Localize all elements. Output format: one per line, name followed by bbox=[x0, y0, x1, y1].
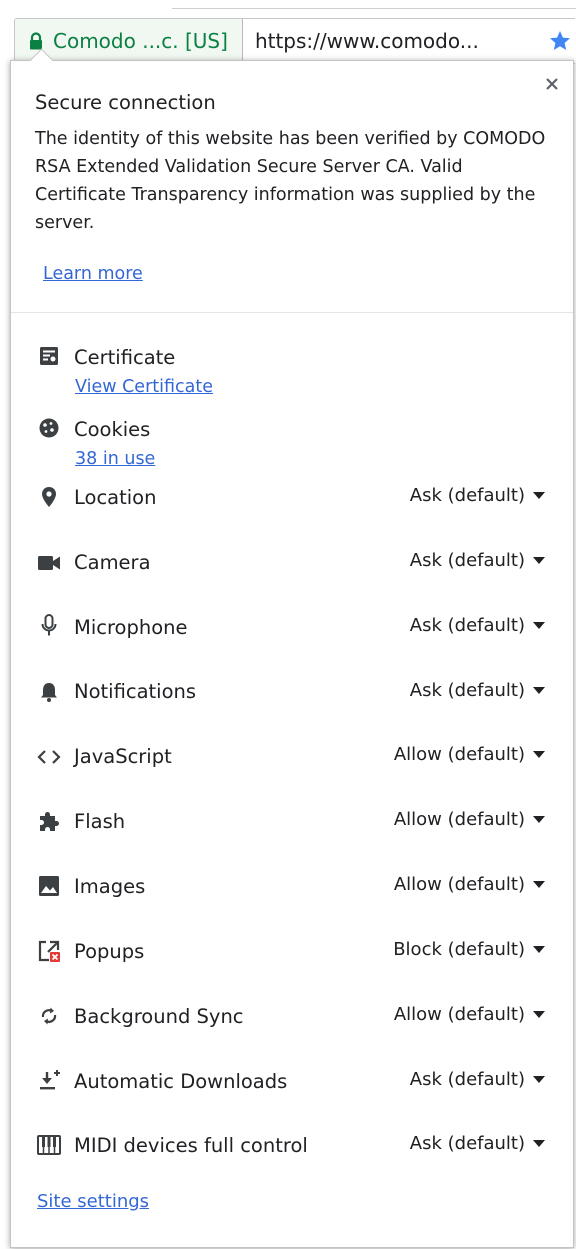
certificate-icon bbox=[37, 344, 61, 368]
url-text[interactable]: https://www.comodo... bbox=[243, 29, 545, 53]
cookie-icon bbox=[37, 416, 61, 440]
permission-select-location[interactable]: Ask (default) bbox=[410, 485, 545, 506]
permission-label-automatic-downloads: Automatic Downloads bbox=[74, 1070, 288, 1093]
permission-label-notifications: Notifications bbox=[74, 680, 197, 703]
permission-label-location: Location bbox=[74, 486, 157, 509]
permission-select-images[interactable]: Allow (default) bbox=[394, 874, 545, 895]
permission-select-microphone[interactable]: Ask (default) bbox=[410, 615, 545, 636]
cookies-label: Cookies bbox=[74, 418, 151, 441]
dropdown-caret-icon bbox=[533, 816, 545, 823]
certificate-label: Certificate bbox=[74, 346, 176, 369]
site-settings-link[interactable]: Site settings bbox=[37, 1191, 149, 1212]
divider bbox=[11, 312, 573, 313]
permission-select-flash[interactable]: Allow (default) bbox=[394, 809, 545, 830]
image-icon bbox=[37, 874, 61, 898]
dropdown-caret-icon bbox=[533, 557, 545, 564]
permission-label-background-sync: Background Sync bbox=[74, 1005, 244, 1028]
connection-title: Secure connection bbox=[35, 91, 216, 114]
permission-select-midi[interactable]: Ask (default) bbox=[410, 1133, 545, 1154]
permission-select-popups[interactable]: Block (default) bbox=[393, 939, 545, 960]
permission-value: Ask (default) bbox=[409, 1069, 525, 1090]
permission-select-camera[interactable]: Ask (default) bbox=[410, 550, 545, 571]
permission-label-images: Images bbox=[74, 875, 146, 898]
dropdown-caret-icon bbox=[533, 687, 545, 694]
dropdown-caret-icon bbox=[533, 1076, 545, 1083]
code-brackets-icon bbox=[37, 745, 61, 769]
dropdown-caret-icon bbox=[533, 492, 545, 499]
permission-value: Allow (default) bbox=[393, 744, 525, 765]
permission-label-microphone: Microphone bbox=[74, 616, 188, 639]
dropdown-caret-icon bbox=[533, 946, 545, 953]
permission-value: Ask (default) bbox=[409, 615, 525, 636]
puzzle-piece-icon bbox=[37, 809, 61, 833]
learn-more-link[interactable]: Learn more bbox=[43, 264, 143, 284]
popup-blocked-icon bbox=[37, 939, 61, 963]
permission-label-midi: MIDI devices full control bbox=[74, 1134, 308, 1157]
permission-label-camera: Camera bbox=[74, 551, 151, 574]
permission-value: Ask (default) bbox=[409, 1133, 525, 1154]
permission-label-popups: Popups bbox=[74, 940, 145, 963]
bell-icon bbox=[37, 680, 61, 704]
microphone-icon bbox=[37, 614, 61, 638]
connection-description: The identity of this website has been ve… bbox=[35, 129, 546, 233]
permission-label-javascript: JavaScript bbox=[74, 745, 172, 768]
location-pin-icon bbox=[37, 485, 61, 509]
sync-icon bbox=[37, 1004, 61, 1028]
bookmark-star-icon[interactable] bbox=[545, 29, 575, 53]
download-icon bbox=[37, 1068, 61, 1092]
dropdown-caret-icon bbox=[533, 751, 545, 758]
cookies-in-use-link[interactable]: 38 in use bbox=[75, 449, 155, 469]
permission-select-notifications[interactable]: Ask (default) bbox=[410, 680, 545, 701]
dropdown-caret-icon bbox=[533, 1011, 545, 1018]
permission-select-automatic-downloads[interactable]: Ask (default) bbox=[410, 1069, 545, 1090]
permission-value: Allow (default) bbox=[393, 874, 525, 895]
permission-label-flash: Flash bbox=[74, 810, 126, 833]
permission-value: Ask (default) bbox=[409, 550, 525, 571]
piano-keys-icon bbox=[37, 1133, 61, 1157]
dropdown-caret-icon bbox=[533, 1140, 545, 1147]
permission-value: Allow (default) bbox=[393, 1004, 525, 1025]
toolbar-edge-line bbox=[172, 8, 576, 9]
page-info-popup: Secure connection The identity of this w… bbox=[10, 48, 574, 1248]
permission-value: Block (default) bbox=[393, 939, 525, 960]
camera-icon bbox=[37, 551, 61, 575]
permission-value: Ask (default) bbox=[409, 485, 525, 506]
dropdown-caret-icon bbox=[533, 881, 545, 888]
ev-org-label: Comodo ...c. [US] bbox=[53, 29, 228, 53]
permission-value: Allow (default) bbox=[393, 809, 525, 830]
close-icon[interactable] bbox=[545, 77, 559, 91]
omnibox[interactable]: Comodo ...c. [US] https://www.comodo... bbox=[14, 18, 575, 64]
view-certificate-link[interactable]: View Certificate bbox=[75, 377, 213, 397]
permission-value: Ask (default) bbox=[409, 680, 525, 701]
dropdown-caret-icon bbox=[533, 622, 545, 629]
permission-select-javascript[interactable]: Allow (default) bbox=[394, 744, 545, 765]
permission-select-background-sync[interactable]: Allow (default) bbox=[394, 1004, 545, 1025]
